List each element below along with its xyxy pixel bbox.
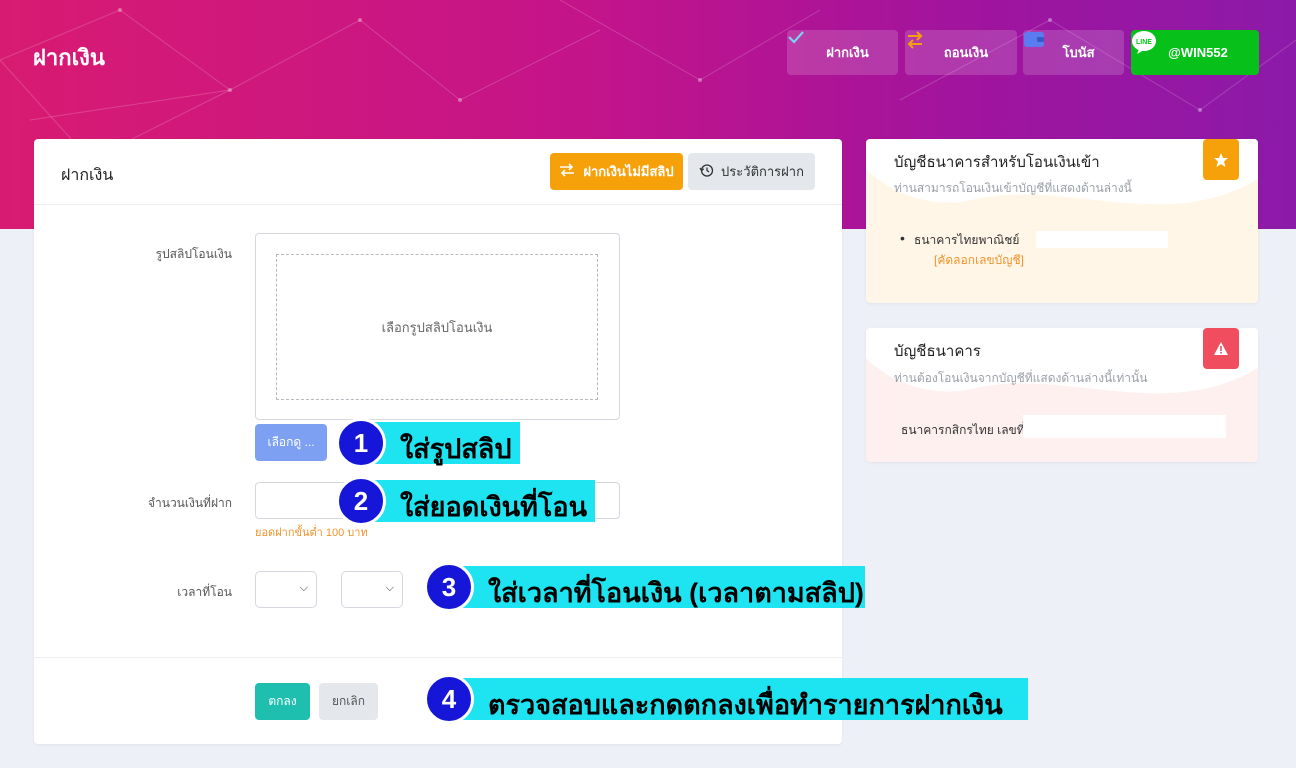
page-title: ฝากเงิน bbox=[33, 45, 105, 70]
browse-file-button[interactable]: เลือกดู ... bbox=[255, 424, 327, 461]
chevron-down-icon: ⌵ bbox=[385, 582, 394, 594]
line-contact-label: @WIN552 bbox=[1168, 45, 1228, 60]
annotation-step-4: 4 ตรวจสอบและกดตกลงเพื่อทำรายการฝากเงิน bbox=[424, 674, 1028, 724]
receive-account-title: บัญชีธนาคารสำหรับโอนเงินเข้า bbox=[894, 154, 1100, 171]
minute-select[interactable]: ⌵ bbox=[341, 571, 403, 608]
nav-withdraw-button[interactable]: ถอนเงิน bbox=[905, 30, 1017, 75]
step-text: ตรวจสอบและกดตกลงเพื่อทำรายการฝากเงิน bbox=[488, 690, 1003, 720]
swap-icon bbox=[559, 163, 575, 180]
hour-select[interactable]: ⌵ bbox=[255, 571, 317, 608]
receive-account-subtitle: ท่านสามารถโอนเงินเข้าบัญชีที่แสดงด้านล่า… bbox=[894, 181, 1132, 195]
nav-bonus-label: โบนัส bbox=[1062, 45, 1095, 60]
star-badge bbox=[1203, 139, 1239, 180]
deposit-no-slip-button[interactable]: ฝากเงินไม่มีสลิป bbox=[550, 153, 683, 190]
annotation-step-2: 2 ใส่ยอดเงินที่โอน bbox=[336, 476, 595, 526]
time-label: เวลาที่โอน bbox=[177, 585, 232, 599]
annotation-step-1: 1 ใส่รูปสลิป bbox=[336, 418, 520, 468]
deposit-history-button[interactable]: ประวัติการฝาก bbox=[688, 153, 815, 190]
nav-withdraw-label: ถอนเงิน bbox=[943, 45, 989, 60]
amount-label: จำนวนเงินที่ฝาก bbox=[147, 496, 232, 510]
warning-badge bbox=[1203, 328, 1239, 369]
step-number: 1 bbox=[336, 418, 386, 468]
slip-label: รูปสลิปโอนเงิน bbox=[155, 247, 232, 261]
receive-bank-name: ธนาคารไทยพาณิชย์ bbox=[900, 230, 1019, 250]
nav-deposit-label: ฝากเงิน bbox=[826, 45, 869, 60]
chevron-down-icon: ⌵ bbox=[299, 582, 308, 594]
deposit-form-header: ฝากเงิน ฝากเงินไม่มีสลิป ประวัติการฝาก bbox=[34, 139, 842, 205]
sender-bank-line: ธนาคารกสิกรไทย เลขที่: bbox=[901, 423, 1028, 437]
deposit-history-label: ประวัติการฝาก bbox=[721, 164, 804, 179]
submit-button[interactable]: ตกลง bbox=[255, 683, 310, 720]
redacted-account bbox=[1036, 231, 1168, 248]
step-text: ใส่รูปสลิป bbox=[400, 434, 512, 464]
copy-account-link[interactable]: [คัดลอกเลขบัญชี] bbox=[934, 251, 1024, 270]
line-contact-button[interactable]: LINE @WIN552 bbox=[1131, 30, 1259, 75]
nav-bonus-button[interactable]: โบนัส bbox=[1023, 30, 1124, 75]
deposit-no-slip-label: ฝากเงินไม่มีสลิป bbox=[583, 164, 674, 179]
amount-hint: ยอดฝากขั้นต่ำ 100 บาท bbox=[255, 527, 368, 539]
sender-account-title: บัญชีธนาคาร bbox=[894, 343, 981, 360]
annotation-step-3: 3 ใส่เวลาที่โอนเงิน (เวลาตามสลิป) bbox=[424, 562, 865, 612]
star-icon bbox=[1214, 152, 1228, 167]
step-text: ใส่ยอดเงินที่โอน bbox=[400, 492, 588, 522]
nav-deposit-button[interactable]: ฝากเงิน bbox=[787, 30, 898, 75]
step-number: 2 bbox=[336, 476, 386, 526]
sender-account-card: บัญชีธนาคาร ท่านต้องโอนเงินจากบัญชีที่แส… bbox=[866, 328, 1258, 462]
step-number: 3 bbox=[424, 562, 474, 612]
slip-placeholder: เลือกรูปสลิปโอนเงิน bbox=[381, 319, 493, 335]
warning-icon bbox=[1214, 342, 1228, 355]
line-logo-text: LINE bbox=[1136, 39, 1152, 46]
step-text: ใส่เวลาที่โอนเงิน (เวลาตามสลิป) bbox=[488, 578, 864, 608]
slip-upload-box[interactable]: เลือกรูปสลิปโอนเงิน bbox=[255, 233, 620, 420]
slip-dropzone[interactable]: เลือกรูปสลิปโอนเงิน bbox=[276, 254, 598, 400]
sender-account-subtitle: ท่านต้องโอนเงินจากบัญชีที่แสดงด้านล่างนี… bbox=[894, 371, 1148, 385]
cancel-button[interactable]: ยกเลิก bbox=[319, 683, 378, 720]
history-icon bbox=[699, 163, 714, 181]
receive-account-card: บัญชีธนาคารสำหรับโอนเงินเข้า ท่านสามารถโ… bbox=[866, 139, 1258, 303]
step-number: 4 bbox=[424, 674, 474, 724]
deposit-form-title: ฝากเงิน bbox=[61, 167, 114, 184]
redacted-account bbox=[1023, 415, 1226, 438]
form-divider bbox=[34, 657, 842, 658]
